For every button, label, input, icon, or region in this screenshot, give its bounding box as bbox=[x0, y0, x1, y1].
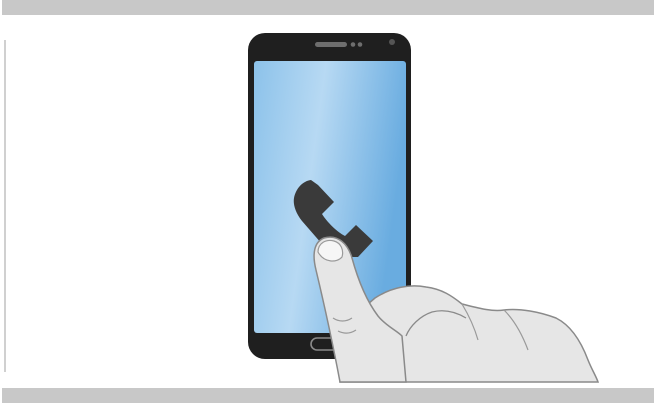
sensor-dot bbox=[357, 42, 363, 47]
sensor-dot bbox=[350, 42, 356, 47]
instruction-illustration-page bbox=[0, 0, 654, 403]
earpiece-speaker bbox=[315, 42, 347, 47]
smartphone-tap-illustration bbox=[248, 33, 600, 383]
bottom-separator-band bbox=[2, 388, 654, 403]
front-camera-icon bbox=[389, 39, 395, 45]
